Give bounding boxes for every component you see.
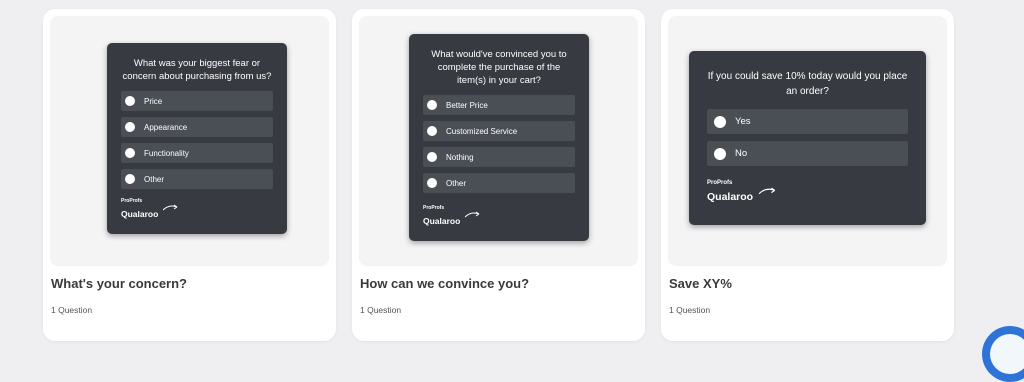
survey-option[interactable]: No — [707, 141, 908, 166]
option-label: Functionality — [144, 148, 189, 158]
survey-option[interactable]: Price — [121, 91, 273, 111]
option-label: Appearance — [144, 122, 188, 132]
brand-main: Qualaroo — [707, 191, 754, 203]
survey-option[interactable]: Better Price — [423, 95, 575, 115]
logo-swoosh-icon — [464, 211, 480, 218]
survey-widget: What was your biggest fear or concern ab… — [107, 43, 287, 234]
qualaroo-logo: ProProfs Qualaroo — [707, 180, 778, 205]
template-card[interactable]: What would've convinced you to complete … — [352, 9, 645, 341]
option-label: Other — [446, 178, 467, 188]
survey-option[interactable]: Customized Service — [423, 121, 575, 141]
survey-widget: If you could save 10% today would you pl… — [689, 51, 926, 225]
radio-icon — [427, 178, 437, 188]
survey-preview: What was your biggest fear or concern ab… — [50, 16, 329, 266]
survey-preview: If you could save 10% today would you pl… — [668, 16, 947, 266]
qualaroo-logo: ProProfs Qualaroo — [121, 198, 179, 222]
template-card[interactable]: If you could save 10% today would you pl… — [661, 9, 954, 341]
option-label: Nothing — [446, 152, 474, 162]
brand-top: ProProfs — [707, 180, 733, 186]
option-label: Price — [144, 96, 163, 106]
survey-question: What would've convinced you to complete … — [431, 49, 567, 86]
survey-option[interactable]: Functionality — [121, 143, 273, 163]
radio-icon — [125, 148, 135, 158]
brand-main: Qualaroo — [121, 209, 159, 219]
option-label: Customized Service — [446, 126, 518, 136]
question-count: 1 Question — [669, 305, 711, 315]
radio-icon — [125, 174, 135, 184]
radio-icon — [125, 96, 135, 106]
survey-question: If you could save 10% today would you pl… — [707, 71, 908, 97]
logo-swoosh-icon — [162, 204, 178, 211]
radio-icon — [714, 115, 726, 128]
card-title[interactable]: Save XY% — [669, 276, 732, 291]
card-title[interactable]: What's your concern? — [51, 276, 187, 291]
radio-icon — [714, 147, 726, 160]
radio-icon — [125, 122, 135, 132]
survey-preview: What would've convinced you to complete … — [359, 16, 638, 266]
survey-question: What was your biggest fear or concern ab… — [122, 58, 272, 82]
chat-widget-button[interactable] — [982, 326, 1024, 382]
template-card[interactable]: What was your biggest fear or concern ab… — [43, 9, 336, 341]
option-label: No — [735, 148, 748, 159]
question-count: 1 Question — [360, 305, 402, 315]
option-label: Better Price — [446, 100, 488, 110]
brand-main: Qualaroo — [423, 216, 461, 226]
chat-widget-icon — [990, 334, 1024, 374]
survey-option[interactable]: Other — [423, 173, 575, 193]
radio-icon — [427, 152, 437, 162]
survey-option[interactable]: Yes — [707, 109, 908, 134]
option-label: Other — [144, 174, 165, 184]
survey-option[interactable]: Other — [121, 169, 273, 189]
survey-widget: What would've convinced you to complete … — [409, 34, 589, 241]
option-label: Yes — [735, 116, 751, 127]
survey-option[interactable]: Appearance — [121, 117, 273, 137]
survey-option[interactable]: Nothing — [423, 147, 575, 167]
radio-icon — [427, 126, 437, 136]
qualaroo-logo: ProProfs Qualaroo — [423, 205, 481, 229]
radio-icon — [427, 100, 437, 110]
card-title[interactable]: How can we convince you? — [360, 276, 529, 291]
logo-swoosh-icon — [758, 187, 775, 195]
question-count: 1 Question — [51, 305, 93, 315]
